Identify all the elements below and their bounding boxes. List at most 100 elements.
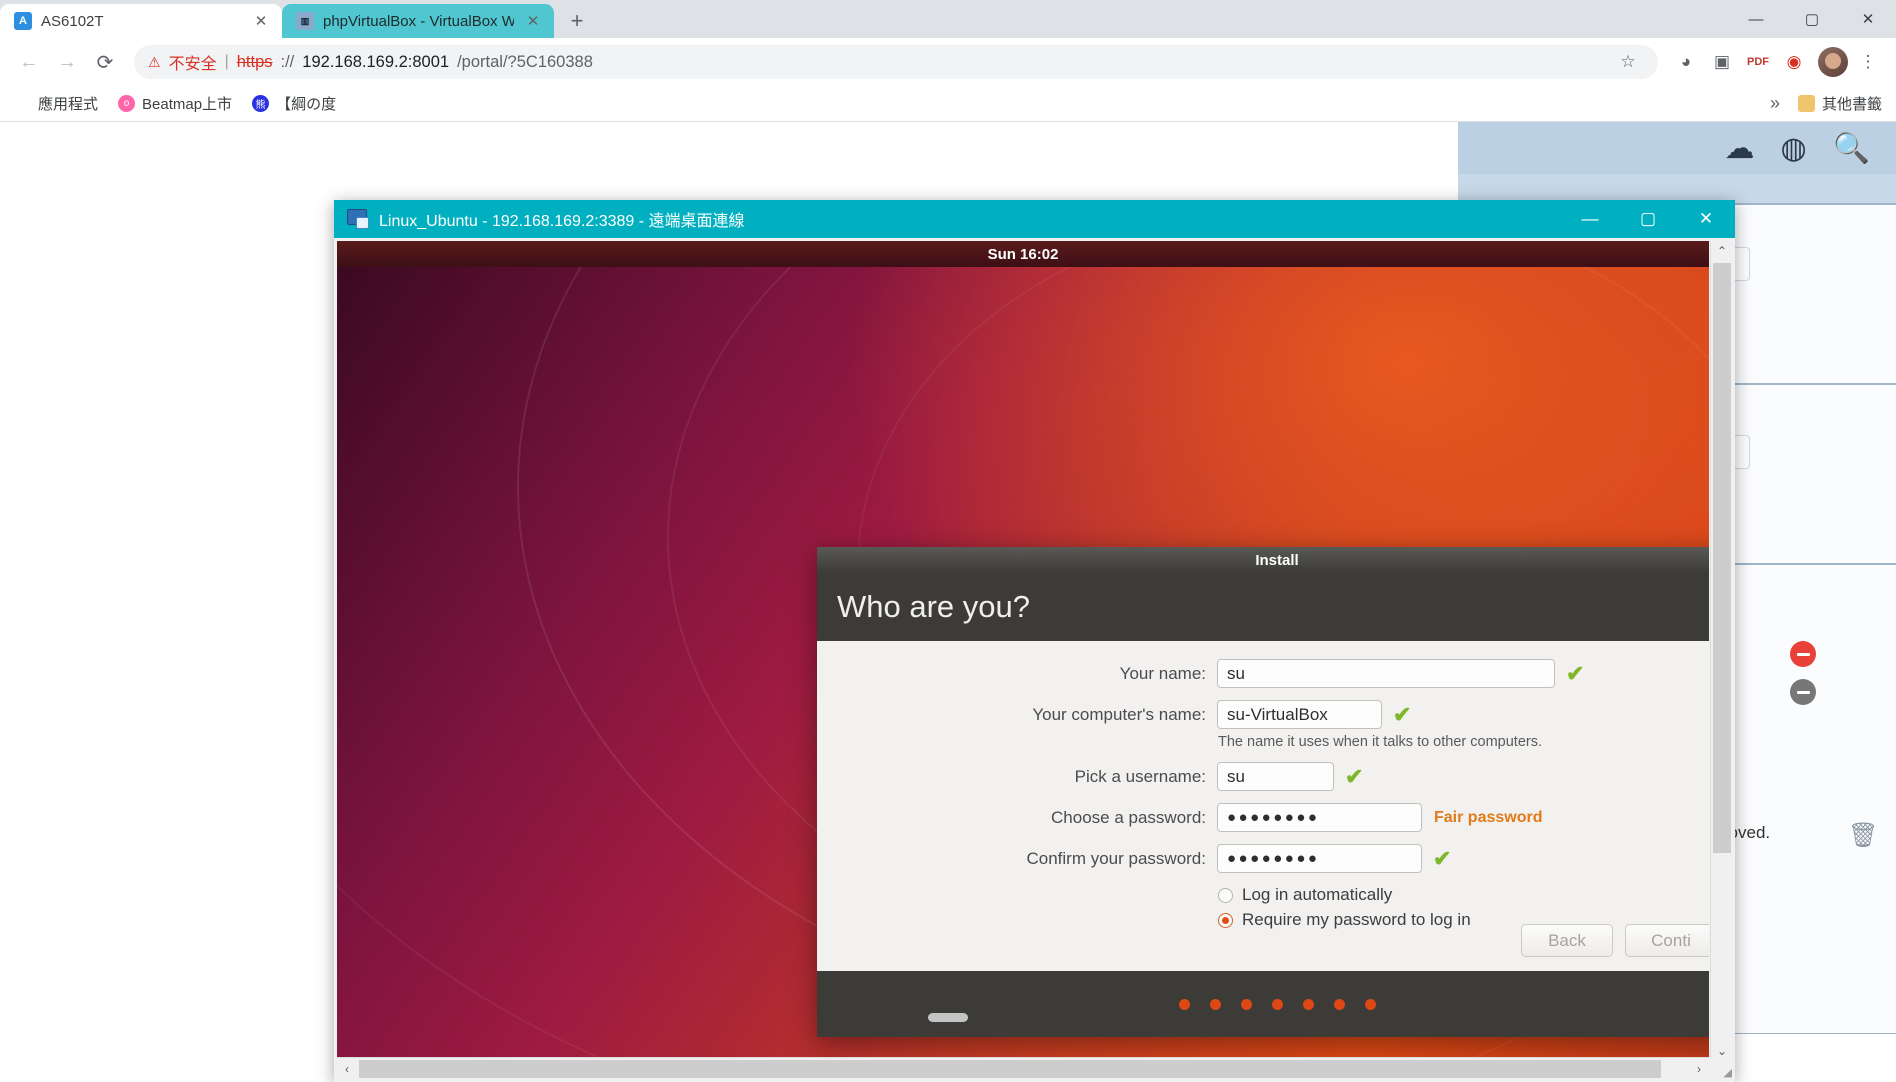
password-input[interactable]: ●●●●●●●● [1217, 803, 1422, 832]
chrome-browser-window: A AS6102T ✕ ▥ phpVirtualBox - VirtualBox… [0, 0, 1896, 1034]
omnibox-separator: | [225, 53, 229, 71]
confirm-password-input[interactable]: ●●●●●●●● [1217, 844, 1422, 873]
pdf-extension-icon[interactable]: PDF [1742, 46, 1774, 78]
profile-avatar[interactable] [1818, 47, 1848, 77]
continue-button[interactable]: Conti [1625, 924, 1709, 957]
your-name-input[interactable]: su [1217, 659, 1555, 688]
scroll-left-icon[interactable]: ‹ [337, 1058, 357, 1080]
bookmarks-bar: 應用程式 o Beatmap上市 熊 【綱の度 » 其他書籤 [0, 86, 1896, 122]
baidu-icon: 熊 [252, 95, 269, 112]
option-log-in-automatically[interactable]: Log in automatically [817, 885, 1709, 905]
bookmark-baidu[interactable]: 熊 【綱の度 [244, 89, 344, 118]
bookmark-beatmap[interactable]: o Beatmap上市 [110, 89, 240, 118]
minimize-icon[interactable]: — [1728, 0, 1784, 38]
option-label: Require my password to log in [1242, 910, 1471, 930]
bookmark-label: 【綱の度 [276, 93, 336, 114]
remote-desktop-window-controls: — ▢ ✕ [1561, 200, 1735, 238]
scroll-up-icon[interactable]: ⌃ [1711, 241, 1733, 261]
maximize-icon[interactable]: ▢ [1784, 0, 1840, 38]
back-button[interactable]: Back [1521, 924, 1613, 957]
other-bookmarks-folder[interactable]: 其他書籤 [1790, 89, 1890, 118]
installer-window-title: Install [1255, 552, 1298, 569]
tab-title: AS6102T [41, 13, 242, 30]
bookmark-label: 應用程式 [38, 93, 98, 114]
trash-icon[interactable]: 🗑 [1848, 821, 1878, 850]
close-icon[interactable]: ✕ [1677, 200, 1735, 238]
horizontal-scrollbar-thumb[interactable] [359, 1060, 1661, 1078]
url-host: 192.168.169.2:8001 [302, 53, 449, 72]
pause-icon[interactable] [1790, 679, 1816, 705]
radio-button[interactable] [1218, 888, 1233, 903]
not-secure-label: 不安全 [169, 50, 217, 74]
radio-button[interactable] [1218, 913, 1233, 928]
bookmark-star-icon[interactable]: ☆ [1612, 46, 1644, 78]
browser-toolbar: ← → ⟳ ⚠ 不安全 | https://192.168.169.2:8001… [0, 38, 1896, 86]
remote-desktop-window: Linux_Ubuntu - 192.168.169.2:3389 - 遠端桌面… [334, 200, 1735, 1082]
forward-icon[interactable]: → [50, 45, 84, 79]
installer-header: Who are you? [817, 573, 1709, 641]
close-icon[interactable]: ✕ [523, 11, 543, 31]
close-icon[interactable]: ✕ [251, 11, 271, 31]
field-label: Your computer's name: [817, 705, 1217, 725]
progress-dot [1365, 999, 1376, 1010]
tab-phpvirtualbox[interactable]: ▥ phpVirtualBox - VirtualBox Web ✕ [282, 4, 554, 38]
extension-a-icon[interactable]: ◕ [1670, 46, 1702, 78]
remote-desktop-icon [347, 209, 369, 229]
page-viewport: ☁ ◍ 🔍 ⌄ 0.00 KB/s 0.00 KB/s e 1 ⌄ 3.57 T… [0, 122, 1896, 1034]
chrome-menu-icon[interactable]: ⋮ [1852, 46, 1884, 78]
horizontal-scrollbar[interactable]: ‹ › [337, 1057, 1709, 1079]
address-bar[interactable]: ⚠ 不安全 | https://192.168.169.2:8001/porta… [134, 45, 1658, 79]
back-icon[interactable]: ← [12, 45, 46, 79]
valid-check-icon: ✔ [1345, 764, 1363, 790]
valid-check-icon: ✔ [1433, 846, 1451, 872]
remote-desktop-titlebar[interactable]: Linux_Ubuntu - 192.168.169.2:3389 - 遠端桌面… [334, 200, 1735, 238]
resize-grip-icon[interactable]: ◢ [1710, 1057, 1732, 1079]
computer-name-hint: The name it uses when it talks to other … [817, 734, 1709, 750]
username-input[interactable]: su [1217, 762, 1334, 791]
maximize-icon[interactable]: ▢ [1619, 200, 1677, 238]
reload-icon[interactable]: ⟳ [88, 45, 122, 79]
installer-button-row: Back Conti [1521, 924, 1709, 957]
field-label: Confirm your password: [817, 849, 1217, 869]
field-confirm-password: Confirm your password: ●●●●●●●● ✔ [817, 844, 1709, 873]
asustor-icon: A [14, 12, 32, 30]
tab-as6102t[interactable]: A AS6102T ✕ [0, 4, 282, 38]
field-computer-name: Your computer's name: su-VirtualBox ✔ [817, 700, 1709, 729]
remote-desktop-viewport[interactable]: Sun 16:02 Install Who [337, 241, 1709, 1061]
red-extension-icon[interactable]: ◉ [1778, 46, 1810, 78]
field-username: Pick a username: su ✔ [817, 762, 1709, 791]
progress-dot [1179, 999, 1190, 1010]
ubuntu-installer-dialog: Install Who are you? Your name: su ✔ [817, 547, 1709, 1037]
tab-strip: A AS6102T ✕ ▥ phpVirtualBox - VirtualBox… [0, 0, 1896, 38]
vertical-scrollbar[interactable]: ⌃ ⌄ [1710, 241, 1732, 1061]
extension-b-icon[interactable]: ▣ [1706, 46, 1738, 78]
vertical-scrollbar-thumb[interactable] [1713, 263, 1731, 853]
close-icon[interactable]: ✕ [1840, 0, 1896, 38]
valid-check-icon: ✔ [1393, 702, 1411, 728]
progress-dot [1334, 999, 1345, 1010]
stop-icon[interactable] [1790, 641, 1816, 667]
dashboard-icon[interactable]: ◍ [1780, 131, 1806, 166]
url-scheme-separator: :// [281, 53, 295, 72]
scroll-right-icon[interactable]: › [1689, 1058, 1709, 1080]
password-strength-label: Fair password [1434, 809, 1542, 827]
bookmarks-overflow-area: » 其他書籤 [1770, 89, 1890, 118]
folder-icon [1798, 95, 1815, 112]
cloud-icon[interactable]: ☁ [1724, 131, 1754, 166]
field-password: Choose a password: ●●●●●●●● Fair passwor… [817, 803, 1709, 832]
field-label: Choose a password: [817, 808, 1217, 828]
apps-grid-icon [14, 95, 31, 112]
remote-desktop-client-area: Sun 16:02 Install Who [334, 238, 1735, 1082]
minimize-icon[interactable]: — [1561, 200, 1619, 238]
ubuntu-desktop-wallpaper: Install Who are you? Your name: su ✔ [337, 267, 1709, 1061]
search-icon[interactable]: 🔍 [1833, 131, 1870, 166]
virtualbox-icon: ▥ [296, 12, 314, 30]
new-tab-button[interactable]: + [560, 4, 594, 38]
bookmark-apps[interactable]: 應用程式 [6, 89, 106, 118]
osu-icon: o [118, 95, 135, 112]
window-controls: — ▢ ✕ [1728, 0, 1896, 38]
other-bookmarks-label: 其他書籤 [1822, 93, 1882, 114]
installer-form: Your name: su ✔ Your computer's name: su… [817, 641, 1709, 971]
computer-name-input[interactable]: su-VirtualBox [1217, 700, 1382, 729]
bookmarks-overflow-icon[interactable]: » [1770, 93, 1780, 114]
